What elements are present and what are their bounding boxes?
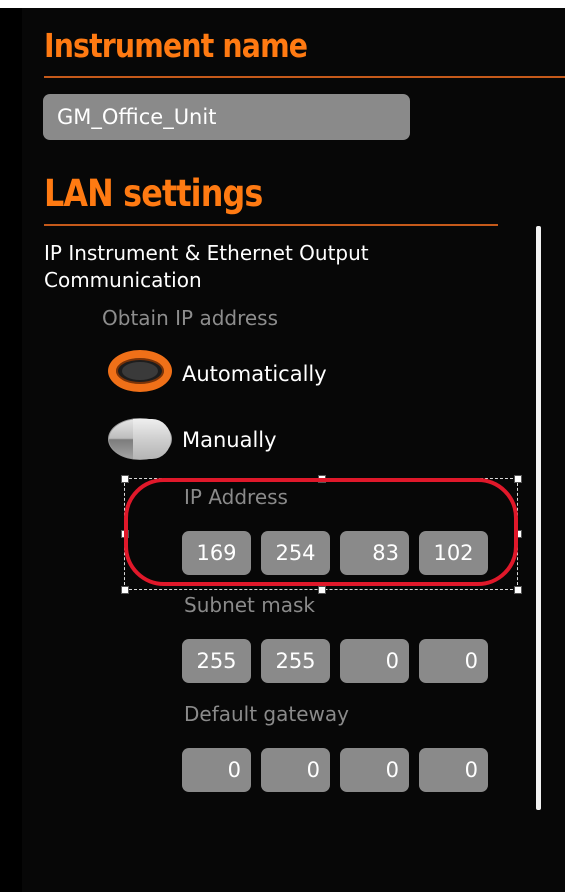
gateway-octet-3[interactable]: 0 [340, 748, 409, 792]
resize-handle[interactable] [514, 475, 522, 483]
gateway-octet-1[interactable]: 0 [182, 748, 251, 792]
section-title-line1: IP Instrument & Ethernet Output [44, 241, 369, 265]
gateway-octet-4[interactable]: 0 [419, 748, 488, 792]
radio-selected-icon[interactable] [108, 350, 172, 392]
subnet-octet-1[interactable]: 255 [182, 639, 251, 683]
subnet-octet-4[interactable]: 0 [419, 639, 488, 683]
instrument-name-heading: Instrument name [44, 26, 308, 65]
gateway-octet-2[interactable]: 0 [261, 748, 330, 792]
instrument-name-field[interactable]: GM_Office_Unit [43, 94, 410, 140]
obtain-ip-label: Obtain IP address [102, 306, 279, 330]
manually-option-label[interactable]: Manually [182, 428, 277, 452]
resize-handle[interactable] [514, 586, 522, 594]
subnet-octet-3[interactable]: 0 [340, 639, 409, 683]
lan-settings-heading: LAN settings [44, 172, 263, 215]
subnet-octet-2[interactable]: 255 [261, 639, 330, 683]
radio-unselected-icon[interactable] [108, 418, 172, 460]
automatically-option-label[interactable]: Automatically [182, 362, 327, 386]
section-title: IP Instrument & Ethernet Output Communic… [44, 240, 524, 294]
section-title-line2: Communication [44, 268, 202, 292]
scrollbar[interactable] [536, 226, 541, 810]
resize-handle[interactable] [318, 586, 326, 594]
radio-dot [122, 362, 158, 380]
subnet-mask-label: Subnet mask [184, 593, 315, 617]
radio-highlight [133, 419, 171, 459]
default-gateway-label: Default gateway [184, 702, 349, 726]
top-strip [0, 0, 565, 8]
lan-heading-divider [44, 224, 498, 226]
ip-address-highlight [124, 478, 518, 586]
resize-handle[interactable] [121, 586, 129, 594]
resize-handle[interactable] [121, 475, 129, 483]
heading-divider [44, 76, 565, 78]
